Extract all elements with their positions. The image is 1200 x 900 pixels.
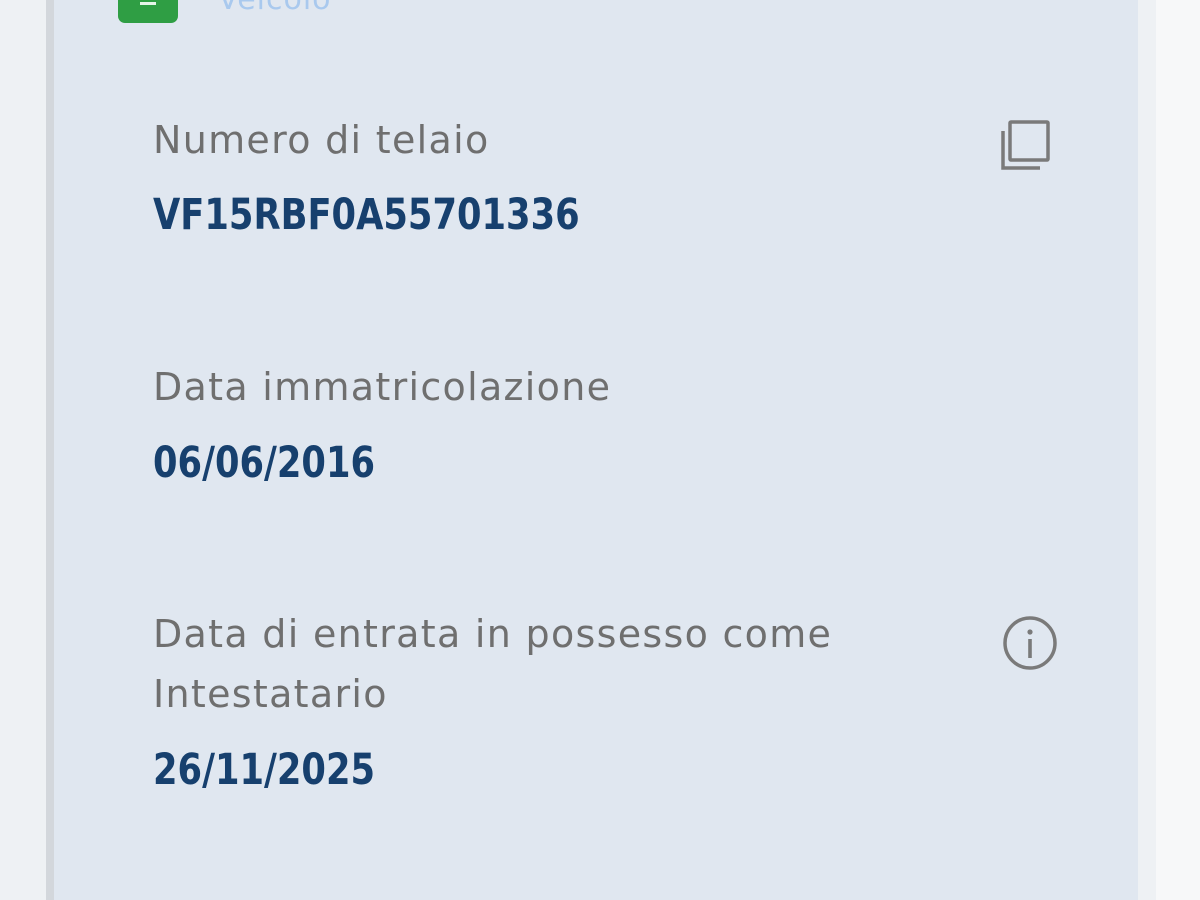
left-margin [0, 0, 46, 900]
registration-date-label: Data immatricolazione [153, 365, 612, 409]
badge-mark [140, 0, 156, 5]
section-badge-icon [118, 0, 178, 23]
info-icon-graphic [1003, 616, 1057, 670]
chassis-number-value: VF15RBF0A55701336 [153, 190, 580, 240]
copy-icon-graphic [1001, 120, 1050, 170]
screen: Veicolo Numero di telaio VF15RBF0A557013… [0, 0, 1200, 900]
chassis-number-label: Numero di telaio [153, 118, 490, 162]
possession-date-label: Data di entrata in possesso come Intesta… [153, 604, 832, 724]
registration-date-value: 06/06/2016 [153, 438, 376, 488]
section-title: Veicolo [218, 0, 332, 17]
copy-icon[interactable] [998, 118, 1056, 174]
possession-date-value: 26/11/2025 [153, 745, 376, 795]
possession-date-label-line2: Intestatario [153, 672, 388, 716]
right-margin [1138, 0, 1200, 900]
possession-date-label-line1: Data di entrata in possesso come [153, 612, 833, 656]
info-icon[interactable] [1001, 614, 1059, 672]
scroll-track [1156, 0, 1200, 900]
